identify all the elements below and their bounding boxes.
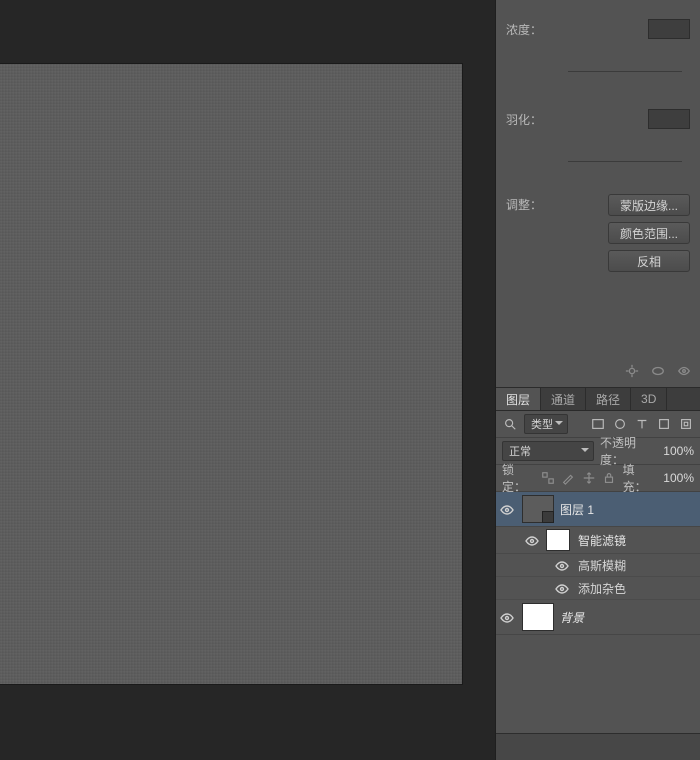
feather-slider[interactable] <box>568 161 682 162</box>
properties-panel: 浓度： 羽化： 调整： 蒙版边缘... 颜色范围... 反相 <box>496 0 700 388</box>
density-slider[interactable] <box>568 71 682 72</box>
blend-row: 正常 不透明度： 100% <box>496 438 700 465</box>
filter-gaussian-blur[interactable]: 高斯模糊 <box>496 554 700 577</box>
lock-pixels-icon[interactable] <box>561 470 576 486</box>
layer-row-layer1[interactable]: 图层 1 <box>496 492 700 527</box>
right-panel: 浓度： 羽化： 调整： 蒙版边缘... 颜色范围... 反相 <box>495 0 700 760</box>
properties-footer-icons <box>624 363 692 379</box>
fill-value[interactable]: 100% <box>663 471 694 485</box>
layer-filter-row: 类型 <box>496 411 700 438</box>
color-range-button[interactable]: 颜色范围... <box>608 222 690 244</box>
canvas-area <box>0 0 495 760</box>
filter-type-icon[interactable] <box>634 416 650 432</box>
layers-panel: 图层 通道 路径 3D 类型 正常 不透明度： 100% <box>496 388 700 760</box>
tab-layers[interactable]: 图层 <box>496 388 541 410</box>
layers-footer <box>496 733 700 760</box>
panel-tabs: 图层 通道 路径 3D <box>496 388 700 411</box>
filter-shape-icon[interactable] <box>656 416 672 432</box>
visibility-toggle[interactable] <box>522 535 542 545</box>
feather-input[interactable] <box>648 109 690 129</box>
layer-tree: 图层 1 智能滤镜 高斯模糊 <box>496 492 700 733</box>
visibility-toggle[interactable] <box>552 560 572 570</box>
filter-adjust-icon[interactable] <box>612 416 628 432</box>
target-icon[interactable] <box>624 363 640 379</box>
filter-add-noise[interactable]: 添加杂色 <box>496 577 700 600</box>
layer-name[interactable]: 背景 <box>560 609 584 626</box>
document-canvas[interactable] <box>0 64 462 684</box>
tab-paths[interactable]: 路径 <box>586 388 631 410</box>
density-label: 浓度： <box>506 21 564 38</box>
lock-label: 锁定： <box>502 461 535 495</box>
layer-thumbnail[interactable] <box>522 495 554 523</box>
visibility-toggle[interactable] <box>496 612 518 622</box>
lock-row: 锁定： 填充： 100% <box>496 465 700 492</box>
adjust-label: 调整： <box>506 194 564 213</box>
density-input[interactable] <box>648 19 690 39</box>
lock-all-icon[interactable] <box>602 470 617 486</box>
smart-filters-row[interactable]: 智能滤镜 <box>496 527 700 554</box>
layer-row-background[interactable]: 背景 <box>496 600 700 635</box>
eye-icon <box>500 504 514 514</box>
filter-pixel-icon[interactable] <box>590 416 606 432</box>
layer-name[interactable]: 图层 1 <box>560 501 594 518</box>
density-row: 浓度： <box>506 14 690 44</box>
filter-mask-thumbnail[interactable] <box>546 529 570 551</box>
eye-icon <box>500 612 514 622</box>
tab-channels[interactable]: 通道 <box>541 388 586 410</box>
eye-icon <box>555 583 569 593</box>
invert-button[interactable]: 反相 <box>608 250 690 272</box>
opacity-value[interactable]: 100% <box>663 444 694 458</box>
visibility-toggle[interactable] <box>496 504 518 514</box>
filter-smart-icon[interactable] <box>678 416 694 432</box>
tab-3d[interactable]: 3D <box>631 388 667 410</box>
eye-toggle-icon[interactable] <box>676 363 692 379</box>
filter-kind-dropdown[interactable]: 类型 <box>524 414 568 434</box>
eye-icon <box>525 535 539 545</box>
mask-edge-button[interactable]: 蒙版边缘... <box>608 194 690 216</box>
visibility-toggle[interactable] <box>552 583 572 593</box>
feather-row: 羽化： <box>506 104 690 134</box>
fill-label: 填充： <box>623 461 656 495</box>
filter-name: 添加杂色 <box>578 580 626 597</box>
eye-icon <box>555 560 569 570</box>
lock-position-icon[interactable] <box>582 470 597 486</box>
search-icon <box>502 416 518 432</box>
filter-name: 高斯模糊 <box>578 557 626 574</box>
smart-filters-label: 智能滤镜 <box>578 532 626 549</box>
feather-label: 羽化： <box>506 111 564 128</box>
lock-transparency-icon[interactable] <box>541 470 556 486</box>
blend-mode-dropdown[interactable]: 正常 <box>502 441 594 461</box>
mask-icon[interactable] <box>650 363 666 379</box>
adjust-row: 调整： 蒙版边缘... 颜色范围... 反相 <box>506 194 690 272</box>
layer-thumbnail[interactable] <box>522 603 554 631</box>
